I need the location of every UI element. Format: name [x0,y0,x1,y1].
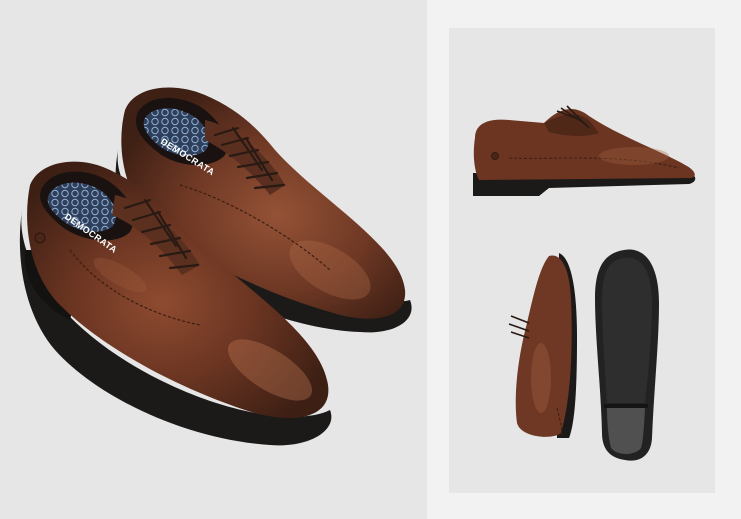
profile-shoe [508,253,577,439]
main-product-image[interactable]: DEMOCRATA DEMOCRATA [0,0,427,519]
brand-logo-icon [491,152,499,160]
secondary-product-images [449,28,715,493]
outsole [595,249,659,461]
product-gallery: DEMOCRATA DEMOCRATA [0,0,741,519]
brand-logo-icon [34,232,46,244]
side-view-image[interactable] [449,28,715,228]
shoe-pair-illustration: DEMOCRATA DEMOCRATA [19,87,412,446]
detail-view-image[interactable] [449,228,715,493]
side-view-shoe [473,105,696,196]
